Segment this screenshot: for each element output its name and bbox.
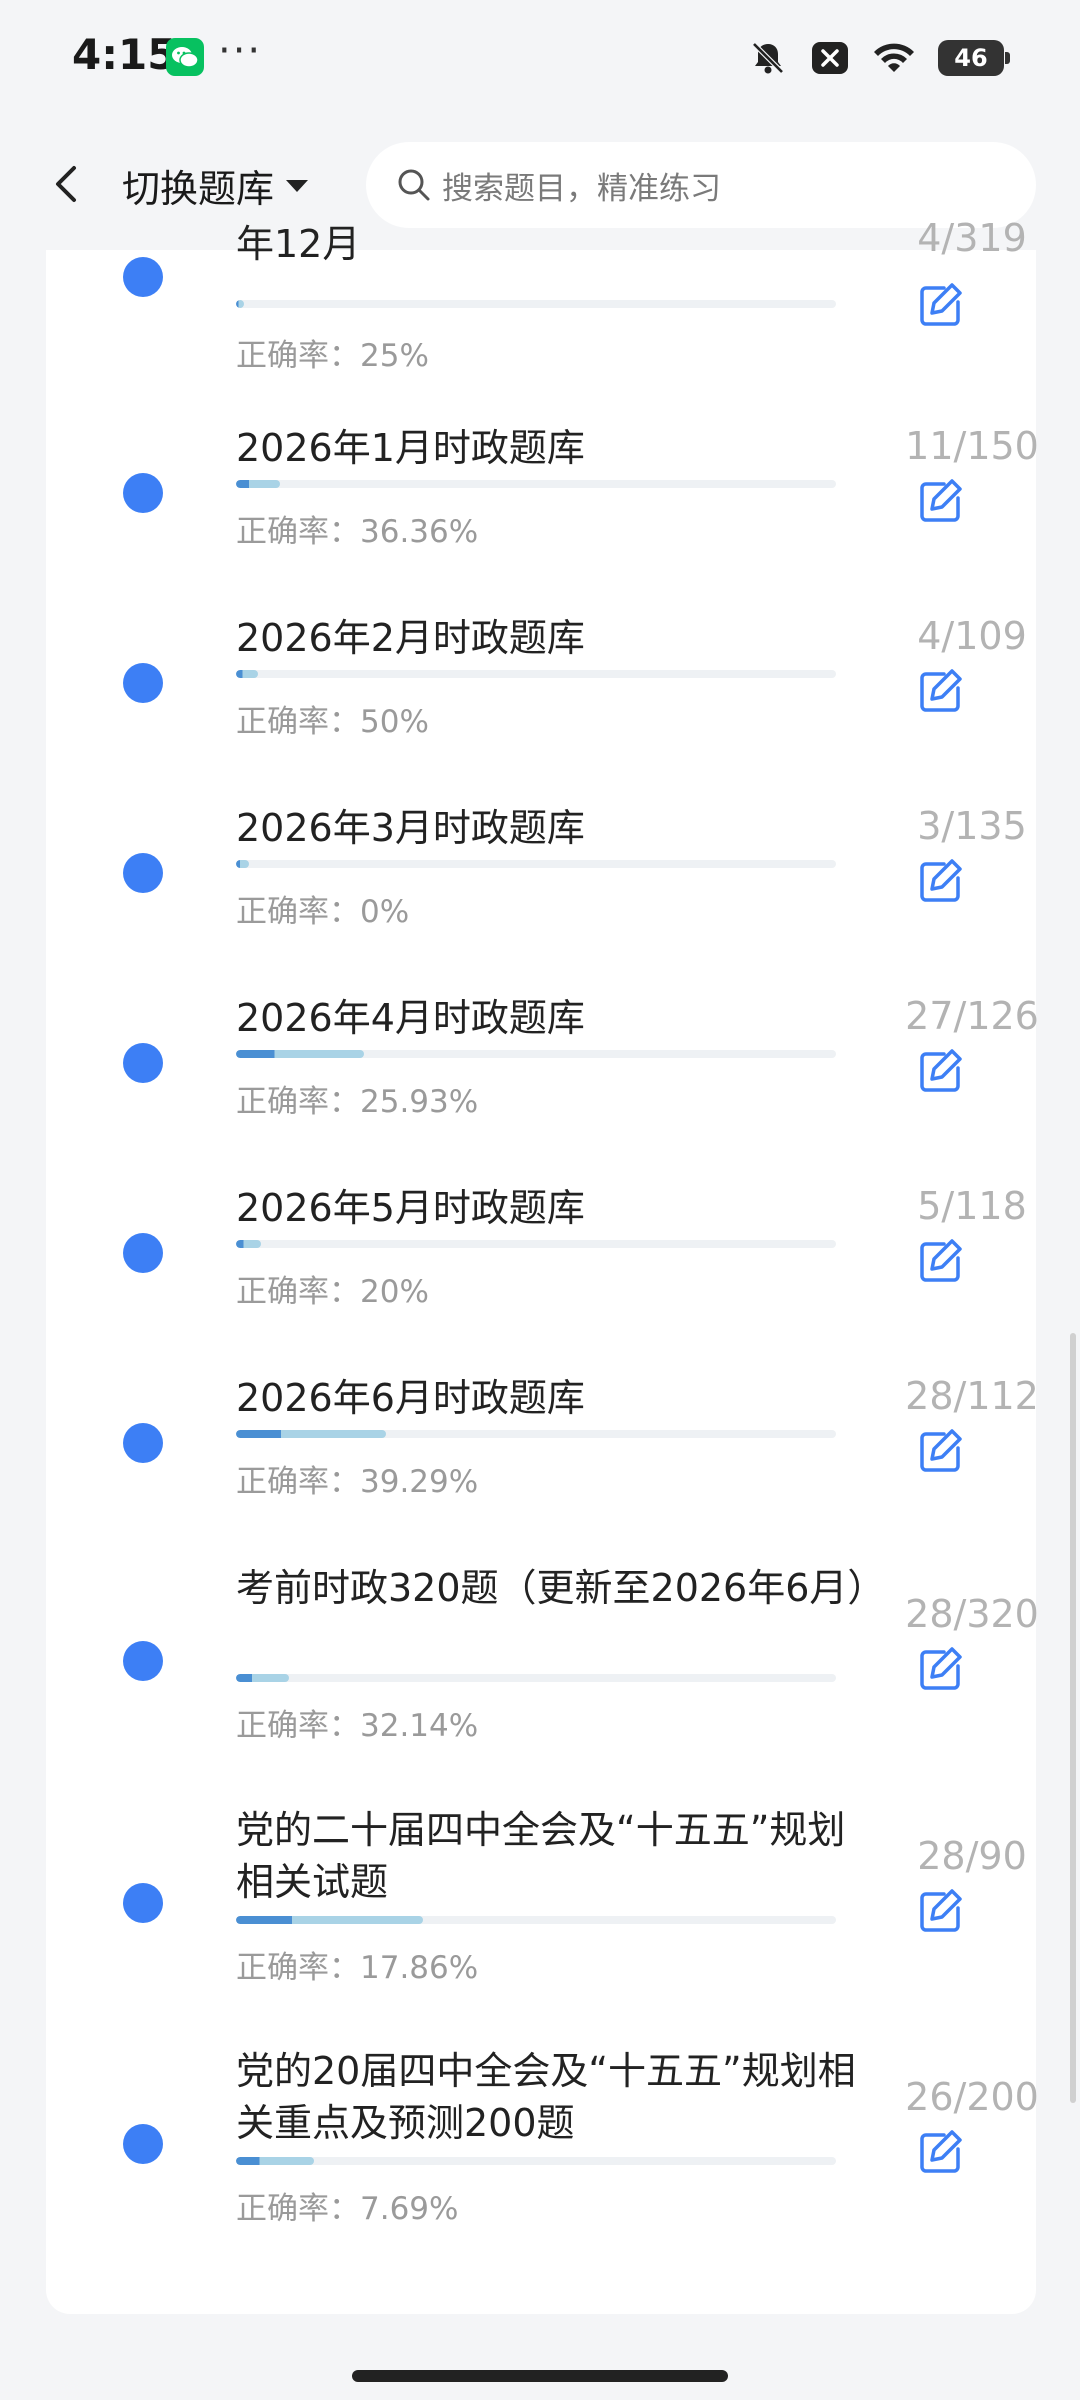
item-title: 2026年1月时政题库	[236, 426, 585, 470]
accuracy-text: 正确率：25%	[236, 338, 429, 374]
item-title: 考前时政320题（更新至2026年6月）	[236, 1566, 886, 1610]
progress-bar	[236, 1916, 836, 1924]
item-title: 2026年3月时政题库	[236, 806, 585, 850]
back-icon[interactable]	[44, 160, 92, 208]
progress-fill	[236, 480, 280, 488]
progress-count: 5/118	[917, 1184, 1027, 1228]
progress-fill	[236, 1916, 423, 1924]
item-title: 党的20届四中全会及“十五五”规划相关重点及预测200题	[236, 2049, 856, 2145]
accuracy-text: 正确率：50%	[236, 704, 429, 740]
progress-fill	[236, 1430, 386, 1438]
status-dot	[123, 473, 163, 513]
item-title: 2026年5月时政题库	[236, 1186, 585, 1230]
accuracy-text: 正确率：20%	[236, 1274, 429, 1310]
scrollbar[interactable]	[1070, 1333, 1076, 2103]
item-title: 2026年4月时政题库	[236, 996, 585, 1040]
accuracy-text: 正确率：17.86%	[236, 1950, 479, 1986]
progress-count: 27/126	[905, 994, 1039, 1038]
progress-fill	[236, 670, 259, 678]
item-title: 2026年6月时政题库	[236, 1376, 585, 1420]
edit-icon[interactable]	[914, 2127, 966, 2179]
item-title: 2026年2月时政题库	[236, 616, 585, 660]
accuracy-text: 正确率：39.29%	[236, 1464, 479, 1500]
status-dot	[123, 2124, 163, 2164]
status-bar: 4:15 ··· 46	[0, 0, 1080, 118]
more-notifications-icon: ···	[218, 28, 263, 74]
edit-icon[interactable]	[914, 1426, 966, 1478]
item-title: 党的二十届四中全会及“十五五”规划相关试题	[236, 1808, 846, 1904]
progress-count: 28/90	[917, 1834, 1027, 1878]
edit-icon[interactable]	[914, 1644, 966, 1696]
progress-fill	[236, 1240, 262, 1248]
item-title: 年12月	[236, 222, 361, 266]
status-dot	[123, 853, 163, 893]
progress-count: 4/109	[917, 614, 1027, 658]
accuracy-text: 正确率：36.36%	[236, 514, 479, 550]
progress-bar	[236, 2157, 836, 2165]
progress-fill	[236, 1674, 289, 1682]
progress-fill	[236, 1050, 365, 1058]
search-icon	[398, 169, 430, 201]
status-dot	[123, 1043, 163, 1083]
status-time: 4:15	[72, 30, 177, 79]
status-dot	[123, 257, 163, 297]
progress-bar	[236, 480, 836, 488]
accuracy-text: 正确率：7.69%	[236, 2191, 459, 2227]
progress-count: 11/150	[905, 424, 1039, 468]
edit-icon[interactable]	[914, 666, 966, 718]
progress-fill	[236, 2157, 314, 2165]
progress-count: 28/112	[905, 1374, 1039, 1418]
question-bank-card: 年12月 正确率：25% 4/319 2026年1月时政题库 正确率：36.36…	[46, 216, 1039, 2314]
home-indicator[interactable]	[352, 2370, 728, 2382]
status-dot	[123, 663, 163, 703]
status-dot	[123, 1423, 163, 1463]
progress-bar	[236, 1674, 836, 1682]
wifi-icon	[874, 43, 914, 72]
progress-bar	[236, 670, 836, 678]
edit-icon[interactable]	[914, 476, 966, 528]
bell-off-icon	[752, 42, 784, 74]
progress-count: 4/319	[917, 216, 1027, 260]
edit-icon[interactable]	[914, 856, 966, 908]
progress-fill	[236, 860, 250, 868]
search-placeholder: 搜索题目，精准练习	[442, 170, 721, 207]
progress-fill	[236, 300, 244, 308]
edit-icon[interactable]	[914, 1236, 966, 1288]
status-dot	[123, 1641, 163, 1681]
edit-icon[interactable]	[914, 1886, 966, 1938]
battery-icon: 46	[938, 40, 1010, 76]
close-box-icon	[812, 42, 848, 74]
progress-bar	[236, 1240, 836, 1248]
edit-icon[interactable]	[914, 1046, 966, 1098]
wechat-icon	[166, 38, 204, 76]
progress-count: 3/135	[917, 804, 1027, 848]
accuracy-text: 正确率：32.14%	[236, 1708, 479, 1744]
progress-bar	[236, 1430, 836, 1438]
progress-bar	[236, 860, 836, 868]
progress-bar	[236, 1050, 836, 1058]
progress-bar	[236, 300, 836, 308]
progress-count: 28/320	[905, 1592, 1039, 1636]
status-dot	[123, 1883, 163, 1923]
caret-down-icon	[286, 179, 309, 192]
switch-bank-button[interactable]: 切换题库	[122, 158, 310, 213]
battery-level: 46	[954, 44, 988, 72]
switch-bank-label: 切换题库	[122, 167, 275, 211]
status-dot	[123, 1233, 163, 1273]
accuracy-text: 正确率：0%	[236, 894, 410, 930]
accuracy-text: 正确率：25.93%	[236, 1084, 479, 1120]
progress-count: 26/200	[905, 2075, 1039, 2119]
edit-icon[interactable]	[914, 280, 966, 332]
